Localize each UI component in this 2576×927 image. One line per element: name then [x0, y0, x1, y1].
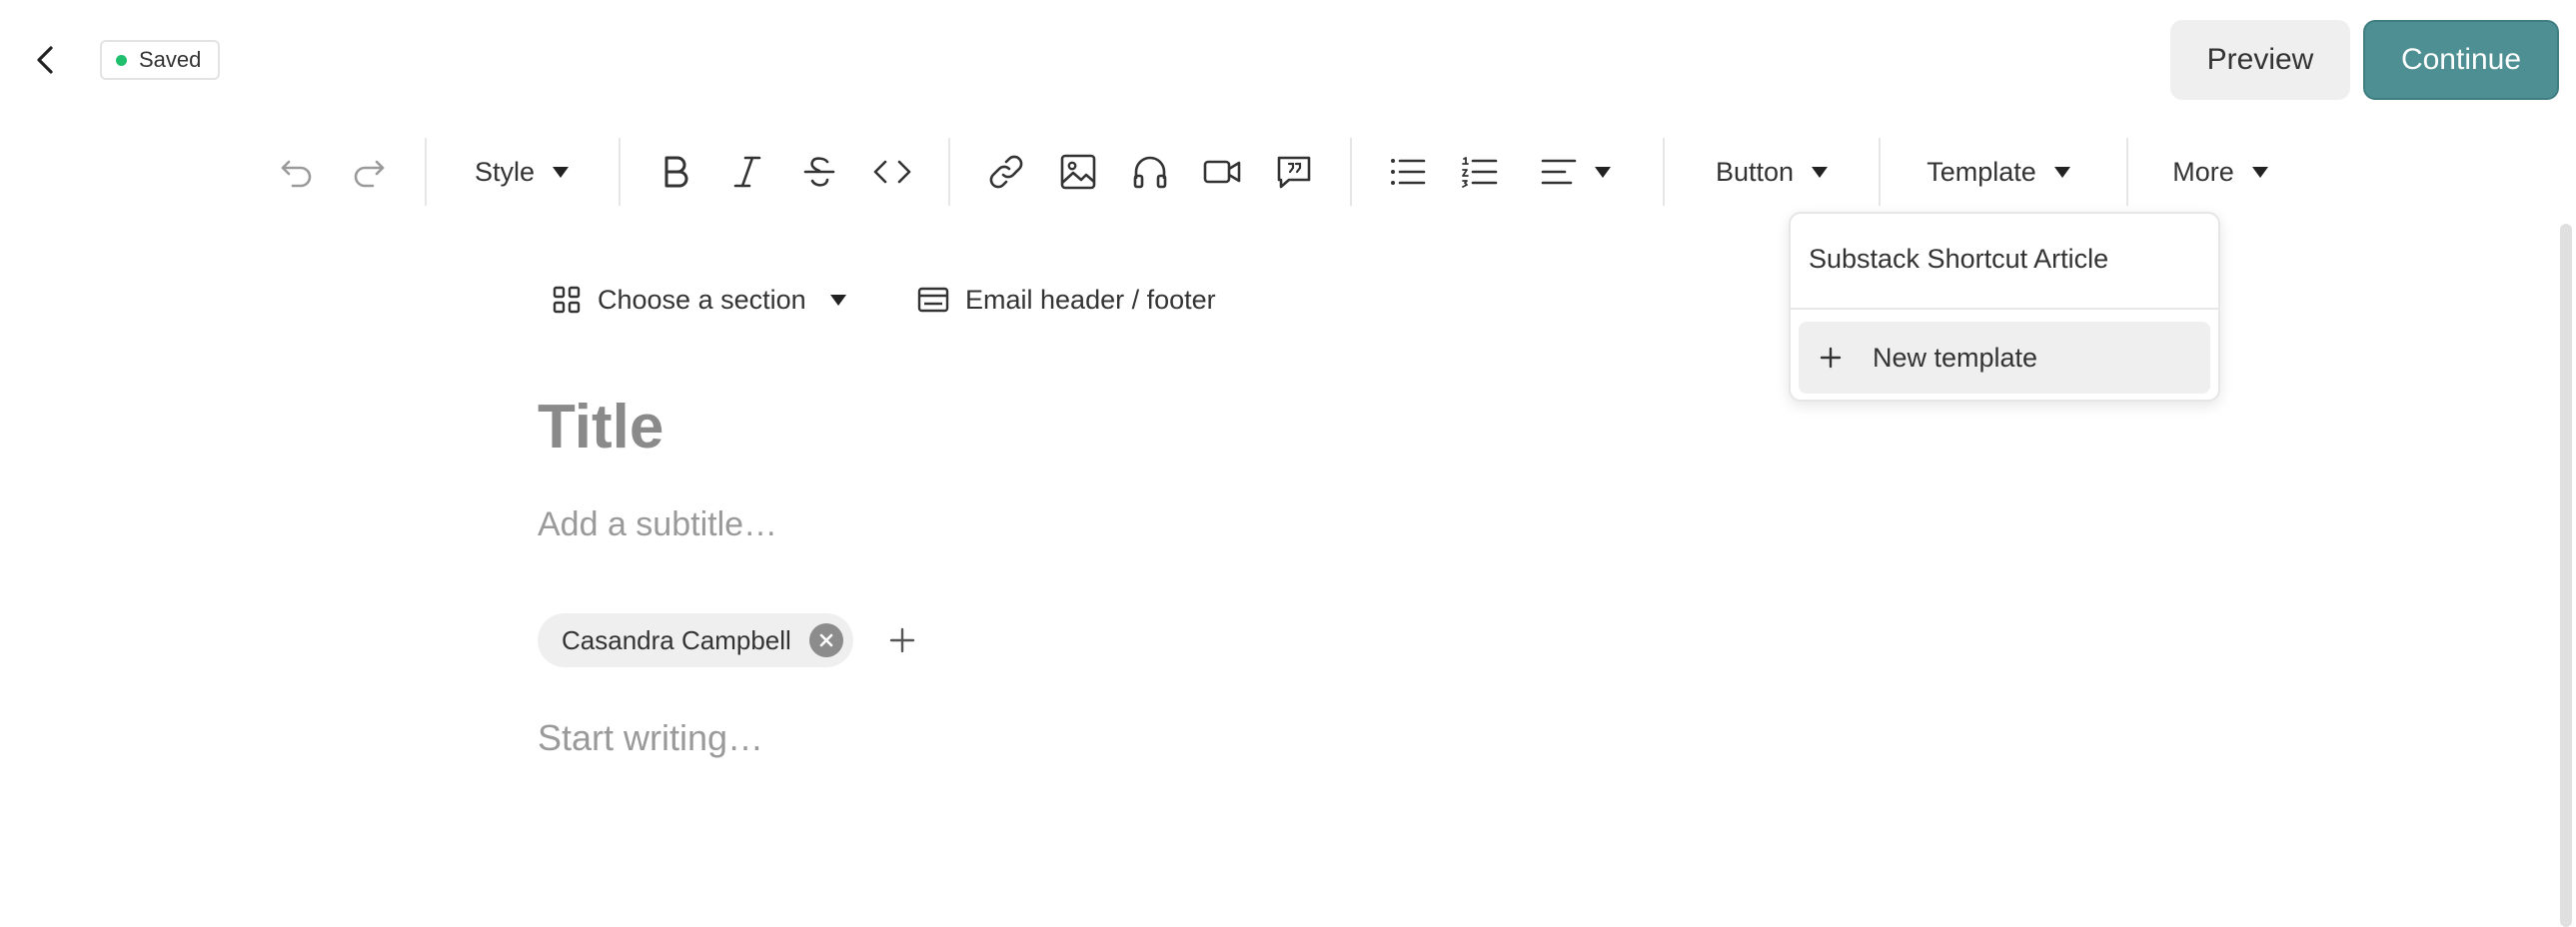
toolbar-separator: [1350, 138, 1352, 206]
link-button[interactable]: [981, 136, 1031, 208]
new-template-button[interactable]: New template: [1799, 322, 2210, 394]
numbered-list-button[interactable]: [1455, 136, 1505, 208]
email-header-footer-label: Email header / footer: [965, 284, 1216, 315]
menu-divider: [1791, 308, 2218, 310]
template-dropdown[interactable]: Template: [1917, 136, 2080, 208]
strikethrough-button[interactable]: [795, 136, 843, 208]
undo-icon: [281, 160, 312, 188]
toolbar-separator: [425, 138, 427, 206]
preview-button[interactable]: Preview: [2170, 20, 2350, 100]
choose-section-dropdown[interactable]: Choose a section: [552, 272, 846, 328]
italic-icon: [733, 156, 761, 188]
author-name: Casandra Campbell: [562, 624, 791, 655]
bold-button[interactable]: [651, 136, 699, 208]
code-icon: [873, 160, 911, 184]
add-author-button[interactable]: [883, 621, 921, 659]
video-button[interactable]: [1197, 136, 1247, 208]
back-button[interactable]: [22, 36, 70, 84]
bold-icon: [664, 156, 688, 188]
button-dropdown[interactable]: Button: [1701, 136, 1843, 208]
toolbar-separator: [2126, 138, 2128, 206]
quote-button[interactable]: [1269, 136, 1319, 208]
email-layout-icon: [917, 287, 949, 313]
audio-button[interactable]: [1125, 136, 1175, 208]
bullet-list-button[interactable]: [1383, 136, 1433, 208]
saved-status-badge: Saved: [100, 40, 221, 80]
subtitle-input[interactable]: Add a subtitle…: [538, 505, 777, 544]
email-header-footer-button[interactable]: Email header / footer: [917, 272, 1216, 328]
toolbar-separator: [619, 138, 621, 206]
caret-down-icon: [1595, 166, 1611, 178]
image-button[interactable]: [1053, 136, 1103, 208]
redo-button[interactable]: [344, 136, 394, 208]
title-input[interactable]: Title: [538, 392, 663, 463]
choose-section-label: Choose a section: [598, 284, 806, 315]
headphones-icon: [1133, 156, 1167, 189]
page-scrollbar[interactable]: [2560, 224, 2572, 927]
grid-icon: [553, 286, 581, 314]
body-editor[interactable]: Start writing…: [538, 717, 763, 759]
code-button[interactable]: [867, 136, 917, 208]
strikethrough-icon: [803, 157, 835, 187]
image-icon: [1060, 154, 1096, 190]
new-template-label: New template: [1873, 342, 2038, 373]
saved-label: Saved: [139, 47, 202, 72]
speech-quote-icon: [1277, 156, 1311, 189]
toolbar-separator: [948, 138, 950, 206]
align-left-icon: [1541, 159, 1577, 185]
numbered-list-icon: [1462, 157, 1498, 188]
toolbar-separator: [1663, 138, 1665, 206]
video-camera-icon: [1203, 160, 1241, 184]
template-menu-item[interactable]: Substack Shortcut Article: [1809, 244, 2108, 275]
author-chip: Casandra Campbell: [538, 613, 853, 667]
button-label: Button: [1715, 156, 1795, 187]
template-menu: Substack Shortcut Article New template: [1789, 212, 2220, 402]
chevron-left-icon: [37, 46, 53, 74]
bullet-list-icon: [1391, 159, 1426, 185]
plus-icon: [889, 627, 915, 653]
style-label: Style: [474, 156, 536, 187]
editor-toolbar: Style Button Template More: [0, 136, 2576, 208]
close-icon: [819, 633, 833, 647]
section-row: Choose a section Email header / footer: [0, 272, 1799, 328]
undo-button[interactable]: [272, 136, 322, 208]
caret-down-icon: [553, 166, 570, 178]
caret-down-icon: [1812, 166, 1829, 178]
redo-icon: [354, 160, 385, 188]
continue-button[interactable]: Continue: [2363, 20, 2559, 100]
saved-dot-icon: [116, 54, 127, 66]
template-label: Template: [1927, 156, 2036, 187]
align-dropdown[interactable]: [1531, 136, 1621, 208]
caret-down-icon: [829, 294, 846, 306]
caret-down-icon: [2251, 166, 2268, 178]
more-dropdown[interactable]: More: [2164, 136, 2276, 208]
toolbar-separator: [1879, 138, 1881, 206]
italic-button[interactable]: [723, 136, 771, 208]
link-icon: [989, 155, 1023, 189]
style-dropdown[interactable]: Style: [462, 136, 582, 208]
plus-icon: [1820, 347, 1842, 369]
remove-author-button[interactable]: [808, 623, 843, 657]
caret-down-icon: [2053, 166, 2070, 178]
top-bar: Saved Preview Continue: [0, 0, 2576, 120]
more-label: More: [2172, 156, 2234, 187]
